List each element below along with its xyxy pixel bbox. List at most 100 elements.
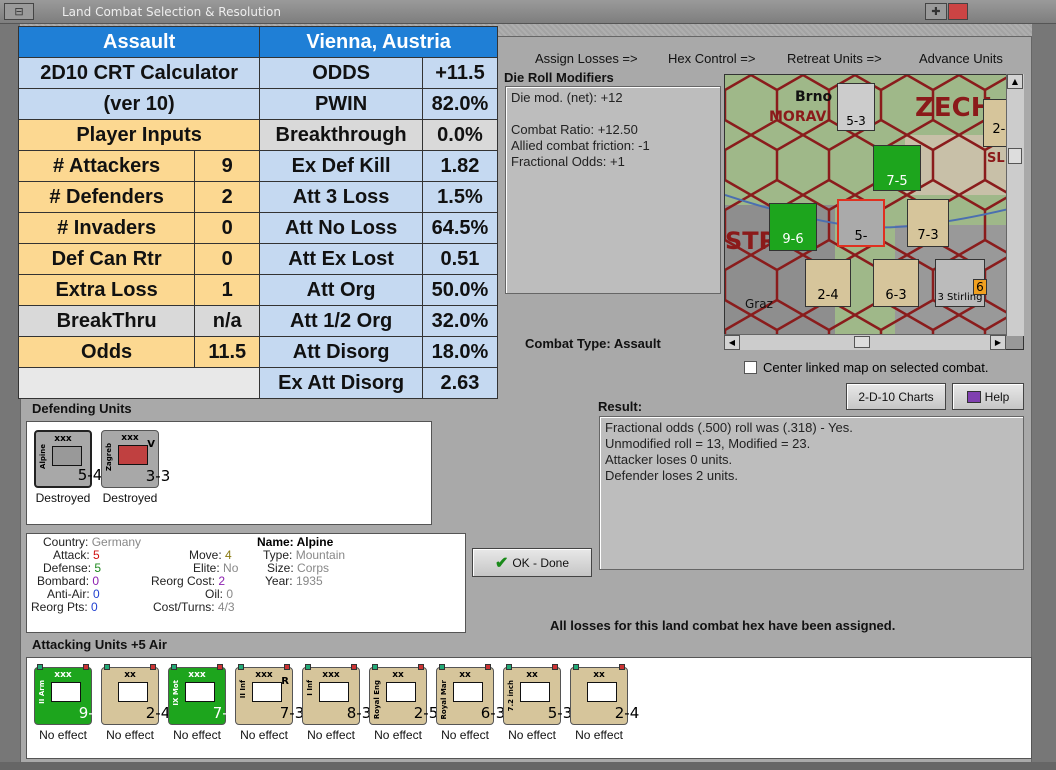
map-unit-counter[interactable]: 9-6 (769, 203, 817, 251)
scroll-right-icon[interactable]: ▶ (990, 335, 1006, 350)
unit-symbol-icon (520, 682, 550, 702)
scroll-thumb[interactable] (1008, 148, 1022, 164)
unit-status: No effect (240, 728, 288, 742)
result-label: Att No Loss (259, 212, 423, 244)
result-value: 50.0% (421, 274, 499, 306)
unit-status: Destroyed (102, 491, 158, 505)
attacking-unit[interactable]: xxx IX Mot 7-5 No effect (166, 664, 237, 742)
result-label: Att 3 Loss (259, 181, 423, 213)
result-value: +11.5 (421, 57, 499, 89)
unit-value: 2-4 (614, 704, 640, 722)
map-unit-counter[interactable]: 7-3 (907, 199, 949, 247)
system-menu-button[interactable]: ⊟ (4, 3, 34, 20)
unit-name: Alpine (39, 444, 47, 469)
stat-key: Cost/Turns: (153, 600, 215, 614)
map-label: Graz (745, 297, 773, 311)
unit-counter: xx 2-4 (570, 664, 639, 725)
attacking-title: Attacking Units +5 Air (32, 637, 167, 652)
map-unit-value: 5-3 (846, 114, 866, 128)
tab-assign-losses[interactable]: Assign Losses => (535, 51, 638, 66)
stat-value: No (223, 561, 239, 575)
stat-value: Germany (91, 535, 142, 549)
attacking-unit[interactable]: xx 2-4 No effect (99, 664, 170, 742)
stat-value: 0 (92, 574, 100, 588)
map-unit-counter[interactable]: 5-3 (837, 83, 875, 131)
unit-counter: xxx I Inf 8-3 (302, 664, 371, 725)
input-value[interactable]: 0 (194, 243, 261, 275)
tab-advance-units[interactable]: Advance Units (919, 51, 1003, 66)
scroll-thumb[interactable] (854, 336, 870, 348)
map-unit-counter[interactable]: 6-3 (873, 259, 919, 307)
stat-value: 0 (91, 600, 98, 614)
stat-value: 5 (94, 561, 102, 575)
attacking-unit[interactable]: xx Royal Mar 6-3 No effect (434, 664, 505, 742)
map-target-hex-counter[interactable]: 5- (837, 199, 885, 247)
unit-counter: xx 2-4 (101, 664, 170, 725)
frame-left (0, 24, 20, 770)
result-label: Att Org (259, 274, 423, 306)
result-line: Unmodified roll = 13, Modified = 23. (605, 436, 811, 451)
result-value: 82.0% (421, 88, 499, 120)
die-roll-line: Die mod. (net): +12 (511, 90, 623, 105)
unit-name: IX Mot (172, 680, 180, 706)
stat-key: Attack: (53, 548, 90, 562)
scroll-left-icon[interactable]: ◀ (724, 335, 740, 350)
unit-counter: xx Royal Mar 6-3 (436, 664, 505, 725)
defending-unit[interactable]: xxx Zagreb V 3-3 Destroyed (99, 430, 170, 505)
title-bar[interactable]: ⊟ Land Combat Selection & Resolution ✚ (0, 0, 1056, 24)
scroll-up-icon[interactable]: ▲ (1007, 74, 1023, 89)
unit-symbol-icon (118, 682, 148, 702)
unit-name: Zagreb (105, 443, 113, 472)
unit-counter: xx Royal Eng 2-5 (369, 664, 438, 725)
map-unit-value: 5- (854, 229, 868, 244)
input-value[interactable]: 9 (194, 150, 261, 182)
unit-status: No effect (106, 728, 154, 742)
stat-key: Year: (265, 574, 293, 588)
stat-key: Country: (43, 535, 89, 549)
attacking-unit[interactable]: xx 2-4 No effect (568, 664, 639, 742)
map-horizontal-scrollbar[interactable]: ◀ ▶ (724, 334, 1006, 350)
result-label: ODDS (259, 57, 423, 89)
stat-value: 0 (226, 587, 234, 601)
charts-button[interactable]: 2-D-10 Charts (846, 383, 946, 410)
map-unit-counter[interactable]: 7-5 (873, 145, 921, 191)
input-value[interactable]: 1 (194, 274, 261, 306)
unit-symbol-icon (319, 682, 349, 702)
losses-message: All losses for this land combat hex have… (550, 618, 896, 633)
input-label: Extra Loss (17, 274, 196, 306)
stat-value: 4 (225, 548, 232, 562)
unit-symbol-icon (453, 682, 483, 702)
result-value: 32.0% (421, 305, 499, 337)
attacking-unit[interactable]: xx Royal Eng 2-5 No effect (367, 664, 438, 742)
frame-right (1032, 24, 1056, 770)
result-value: 18.0% (421, 336, 499, 368)
unit-value: 3-3 (145, 467, 171, 485)
map-vertical-scrollbar[interactable]: ▲ (1006, 74, 1024, 336)
die-roll-line: Combat Ratio: +12.50 (511, 122, 638, 137)
attacking-unit[interactable]: xx 7.2 inch 5-3 No effect (501, 664, 572, 742)
attacking-unit[interactable]: xxx II Inf R 7-3 No effect (233, 664, 304, 742)
input-value[interactable]: 0 (194, 212, 261, 244)
ok-done-label: OK - Done (512, 555, 570, 570)
attacking-unit[interactable]: xxx I Inf 8-3 No effect (300, 664, 371, 742)
unit-size: xxx (54, 670, 72, 680)
stat-value: 5 (93, 548, 100, 562)
result-label: Att 1/2 Org (259, 305, 423, 337)
map-unit-value: 2-4 (817, 288, 839, 303)
calc-header-right: Vienna, Austria (259, 26, 498, 58)
help-button[interactable]: Help (952, 383, 1024, 410)
unit-counter: xxx Zagreb V 3-3 (101, 430, 170, 488)
tab-hex-control[interactable]: Hex Control => (668, 51, 755, 66)
center-map-checkbox[interactable] (744, 361, 757, 374)
map-unit-counter[interactable]: 2-4 (805, 259, 851, 307)
input-value[interactable]: 2 (194, 181, 261, 213)
checkmark-icon: ✔ (494, 554, 509, 572)
mini-map[interactable]: Brno MORAVI ZECH STR Graz SL 5-3 7-5 9-6… (724, 74, 1024, 350)
map-unit-value: 6-3 (885, 288, 907, 303)
tab-retreat-units[interactable]: Retreat Units => (787, 51, 882, 66)
defending-unit[interactable]: xxx Alpine 5-4 Destroyed (32, 430, 102, 505)
ok-done-button[interactable]: ✔ OK - Done (472, 548, 592, 577)
stat-key: Oil: (205, 587, 223, 601)
attacking-unit[interactable]: xxx II Arm 9-6 No effect (32, 664, 103, 742)
die-roll-box: Die mod. (net): +12 Combat Ratio: +12.50… (505, 86, 721, 294)
